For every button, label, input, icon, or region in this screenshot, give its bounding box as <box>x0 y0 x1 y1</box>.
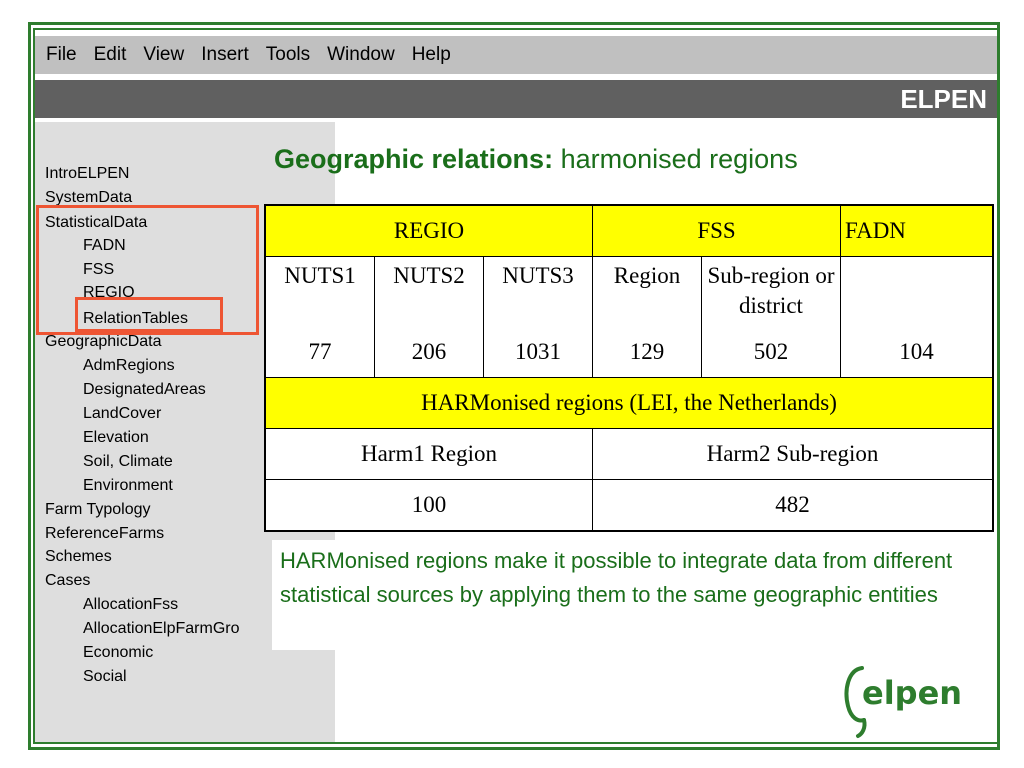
count-region: 129 <box>592 327 702 378</box>
col-nuts3: NUTS3 <box>483 256 593 327</box>
col-sub-region: Sub-region or district <box>701 256 841 327</box>
header-regio: REGIO <box>264 204 593 257</box>
sidebar-item-elevation[interactable]: Elevation <box>83 429 149 447</box>
menu-window[interactable]: Window <box>327 44 395 66</box>
sidebar-item-allocationelpfarmgro[interactable]: AllocationElpFarmGro <box>83 620 240 638</box>
sidebar-item-admregions[interactable]: AdmRegions <box>83 357 175 375</box>
count-fadn: 104 <box>840 327 994 378</box>
relation-table: REGIO FSS FADN NUTS1 NUTS2 NUTS3 Region … <box>264 204 994 532</box>
table-row: 100 482 <box>264 479 994 531</box>
table-row: REGIO FSS FADN <box>264 204 994 257</box>
sidebar-item-geographicdata[interactable]: GeographicData <box>45 333 162 351</box>
sidebar-item-economic[interactable]: Economic <box>83 644 153 662</box>
col-region: Region <box>592 256 702 327</box>
page-title-bold: Geographic relations: <box>274 144 554 174</box>
menu-file[interactable]: File <box>46 44 77 66</box>
menu-tools[interactable]: Tools <box>266 44 310 66</box>
description-text: HARMonised regions make it possible to i… <box>272 540 994 650</box>
logo-text: elpen <box>862 674 962 712</box>
sidebar-item-landcover[interactable]: LandCover <box>83 405 161 423</box>
app-title: ELPEN <box>900 83 987 114</box>
header-fss: FSS <box>592 204 841 257</box>
menu-help[interactable]: Help <box>412 44 451 66</box>
sidebar-item-cases[interactable]: Cases <box>45 572 90 590</box>
sidebar-item-soil-climate[interactable]: Soil, Climate <box>83 453 173 471</box>
sidebar-item-allocationfss[interactable]: AllocationFss <box>83 596 178 614</box>
sidebar-item-designatedareas[interactable]: DesignatedAreas <box>83 381 206 399</box>
elpen-logo: elpen <box>844 666 962 738</box>
page-title-rest: harmonised regions <box>553 144 798 174</box>
sidebar-item-social[interactable]: Social <box>83 668 127 686</box>
col-nuts1: NUTS1 <box>264 256 375 327</box>
sidebar-item-farm-typology[interactable]: Farm Typology <box>45 501 151 519</box>
table-row: NUTS1 NUTS2 NUTS3 Region Sub-region or d… <box>264 256 994 327</box>
table-row: 77 206 1031 129 502 104 <box>264 327 994 378</box>
harm2-count: 482 <box>592 479 994 531</box>
count-nuts3: 1031 <box>483 327 593 378</box>
count-sub-region: 502 <box>701 327 841 378</box>
app-title-bar: ELPEN <box>35 80 997 118</box>
relationtables-highlight-box <box>75 297 223 332</box>
header-fadn: FADN <box>840 204 994 257</box>
menu-edit[interactable]: Edit <box>94 44 127 66</box>
count-nuts1: 77 <box>264 327 375 378</box>
menu-view[interactable]: View <box>143 44 184 66</box>
sidebar-item-environment[interactable]: Environment <box>83 477 173 495</box>
harm2-label: Harm2 Sub-region <box>592 428 994 480</box>
page-title: Geographic relations: harmonised regions <box>274 144 798 175</box>
sidebar-item-referencefarms[interactable]: ReferenceFarms <box>45 525 164 543</box>
harm1-count: 100 <box>264 479 593 531</box>
table-row: Harm1 Region Harm2 Sub-region <box>264 428 994 480</box>
col-nuts2: NUTS2 <box>374 256 484 327</box>
table-row: HARMonised regions (LEI, the Netherlands… <box>264 377 994 429</box>
count-nuts2: 206 <box>374 327 484 378</box>
harm-title: HARMonised regions (LEI, the Netherlands… <box>264 377 994 429</box>
menu-insert[interactable]: Insert <box>201 44 249 66</box>
harm1-label: Harm1 Region <box>264 428 593 480</box>
sidebar-item-schemes[interactable]: Schemes <box>45 548 112 566</box>
sidebar-item-introelpen[interactable]: IntroELPEN <box>45 165 129 183</box>
col-fadn <box>840 256 994 327</box>
menu-bar: File Edit View Insert Tools Window Help <box>35 36 997 74</box>
